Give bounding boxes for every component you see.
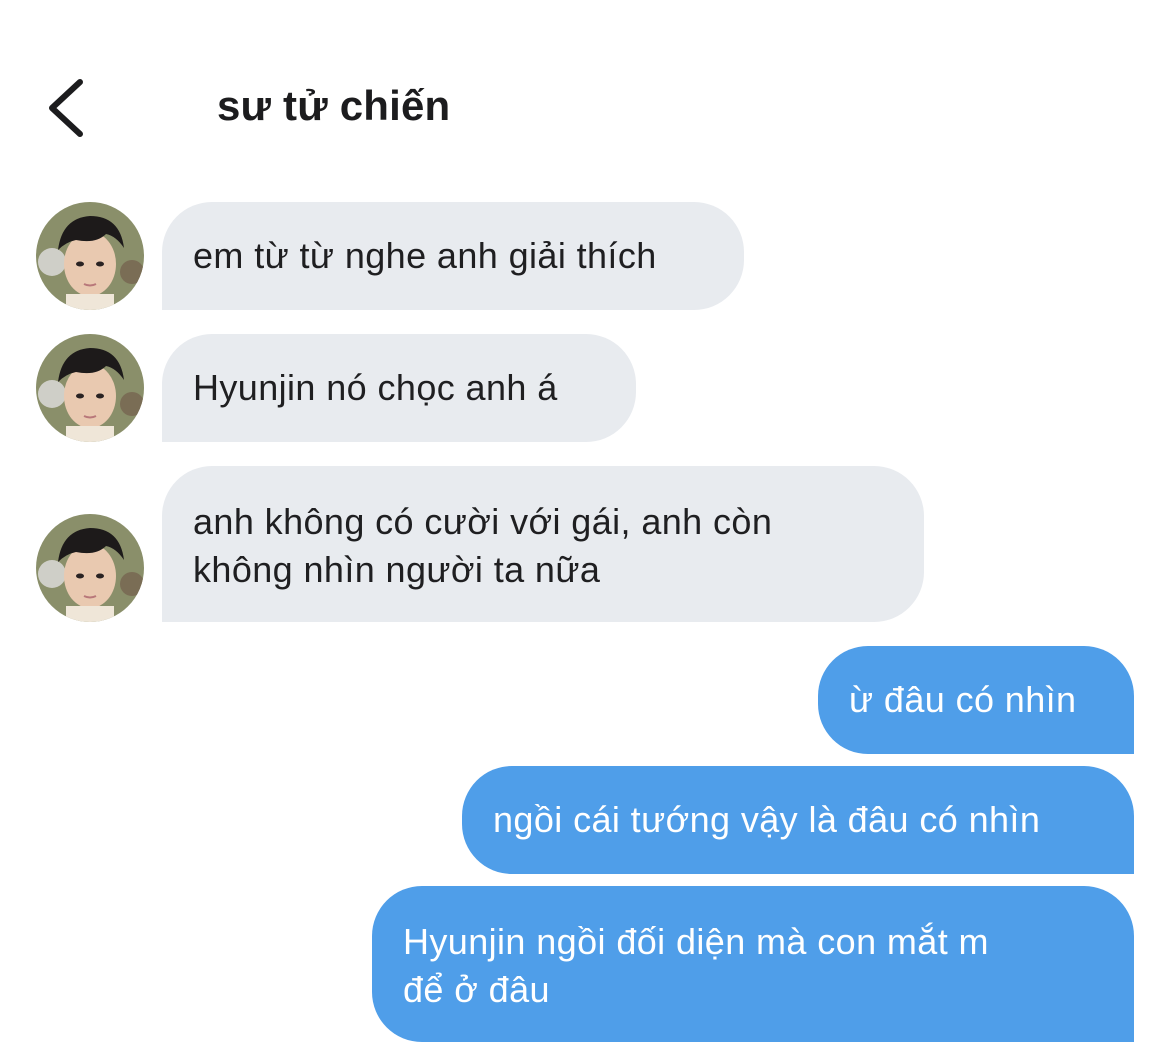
message-bubble-incoming[interactable]: Hyunjin nó chọc anh á <box>162 334 636 442</box>
contact-avatar[interactable] <box>36 334 144 442</box>
contact-avatar[interactable] <box>36 202 144 310</box>
contact-avatar[interactable] <box>36 514 144 622</box>
contact-name-title: sư tử chiến <box>217 82 451 129</box>
avatar-photo-icon <box>36 334 144 442</box>
message-bubble-outgoing[interactable]: ừ đâu có nhìn <box>818 646 1134 754</box>
message-bubble-outgoing[interactable]: Hyunjin ngồi đối diện mà con mắt m để ở … <box>372 886 1134 1042</box>
message-bubble-outgoing[interactable]: ngồi cái tướng vậy là đâu có nhìn <box>462 766 1134 874</box>
avatar-photo-icon <box>36 202 144 310</box>
message-bubble-incoming[interactable]: anh không có cười với gái, anh còn không… <box>162 466 924 622</box>
back-button[interactable] <box>38 72 98 144</box>
chevron-left-icon <box>49 79 83 137</box>
chat-header: sư tử chiến <box>0 0 1169 190</box>
avatar-photo-icon <box>36 514 144 622</box>
message-bubble-incoming[interactable]: em từ từ nghe anh giải thích <box>162 202 744 310</box>
